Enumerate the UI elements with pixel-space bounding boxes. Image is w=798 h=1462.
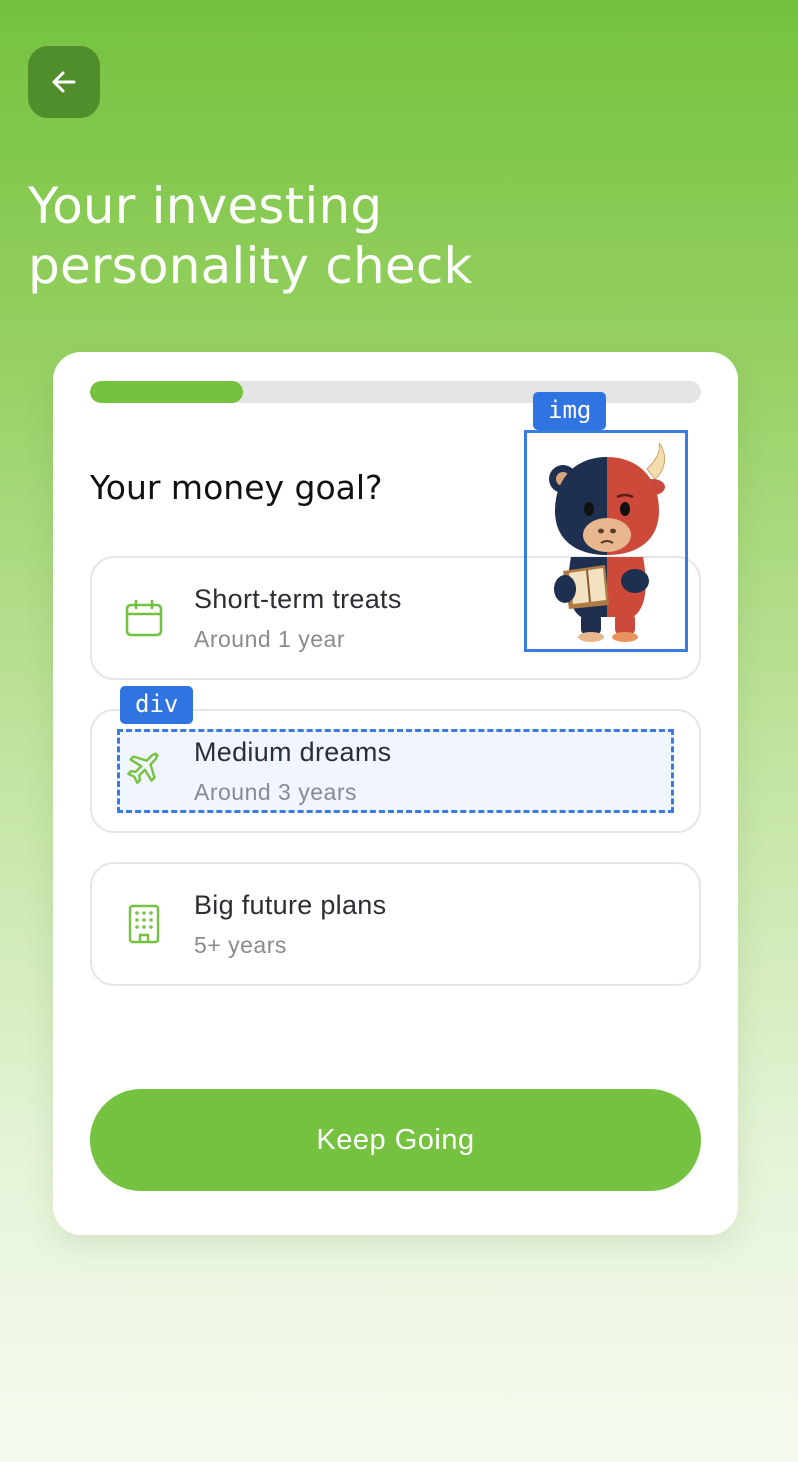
page-title-line1: Your investing <box>28 177 383 235</box>
airplane-icon <box>127 752 159 784</box>
option-subtitle: 5+ years <box>194 932 287 958</box>
mascot-image <box>524 430 688 652</box>
img-annotation-label: img <box>533 392 607 430</box>
page-title: Your investing personality check <box>28 176 748 296</box>
quiz-card: Your money goal? Short-term treats Aroun… <box>53 352 738 1235</box>
back-button[interactable] <box>28 46 100 118</box>
option-title: Medium dreams <box>194 737 392 767</box>
option-medium-dreams[interactable]: Medium dreams Around 3 years <box>90 709 701 833</box>
option-title: Big future plans <box>194 890 387 920</box>
option-title: Short-term treats <box>194 584 402 614</box>
div-annotation-label: div <box>120 686 194 724</box>
keep-going-button[interactable]: Keep Going <box>90 1089 701 1191</box>
option-subtitle: Around 1 year <box>194 626 345 652</box>
building-icon <box>128 904 160 944</box>
page-title-line2: personality check <box>28 237 473 295</box>
calendar-icon <box>125 599 163 637</box>
arrow-left-icon <box>52 71 76 93</box>
progress-bar <box>90 381 701 403</box>
question-title: Your money goal? <box>90 468 383 507</box>
option-subtitle: Around 3 years <box>194 779 357 805</box>
bull-bear-mascot-icon <box>549 442 665 642</box>
progress-fill <box>90 381 243 403</box>
option-big-future[interactable]: Big future plans 5+ years <box>90 862 701 986</box>
